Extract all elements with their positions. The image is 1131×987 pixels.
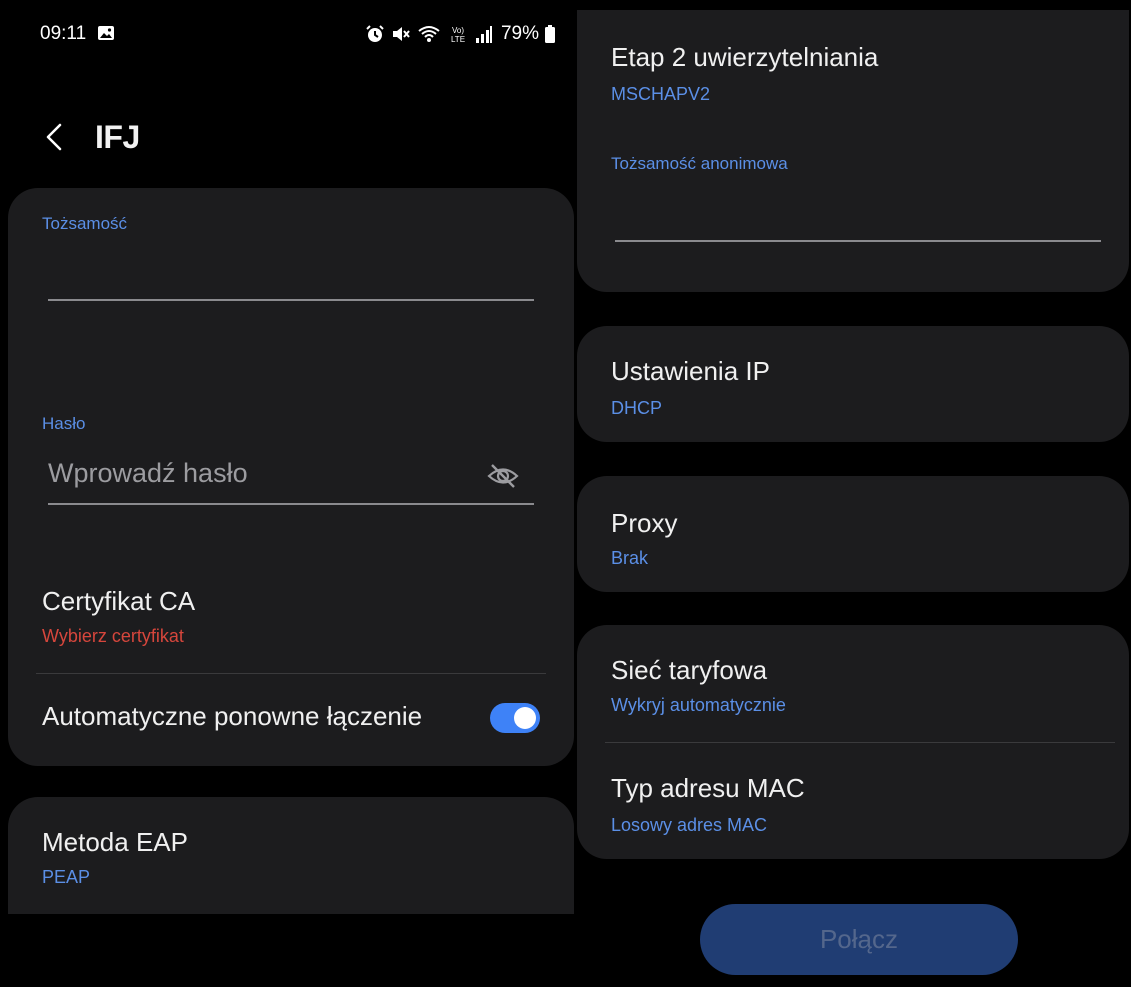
ip-settings-value: DHCP — [611, 398, 663, 418]
password-label: Hasło — [42, 414, 86, 433]
eap-method-value: PEAP — [42, 867, 91, 887]
metered-network-value: Wykryj automatycznie — [611, 695, 786, 715]
signal-icon — [475, 26, 492, 43]
status-time: 09:11 — [40, 23, 87, 44]
wifi-calling-icon — [418, 26, 440, 42]
volte-icon: Vo) LTE — [451, 26, 465, 44]
mute-icon — [392, 27, 410, 41]
left-pane: 09:11 Vo) LTE 79% IFJ Tożsamość Hasło Wp… — [0, 0, 575, 987]
password-underline — [48, 503, 534, 505]
anonymous-identity-label: Tożsamość anonimowa — [611, 154, 788, 173]
chevron-left-icon[interactable] — [38, 119, 72, 155]
svg-text:Vo): Vo) — [452, 26, 464, 35]
phase2-card: Etap 2 uwierzytelniania MSCHAPV2 Tożsamo… — [577, 10, 1129, 292]
mac-address-type-title: Typ adresu MAC — [611, 773, 805, 803]
password-placeholder: Wprowadź hasło — [48, 458, 248, 488]
ca-certificate-title: Certyfikat CA — [42, 586, 196, 616]
auto-reconnect-item[interactable]: Automatyczne ponowne łączenie — [8, 681, 574, 751]
mac-address-type-value: Losowy adres MAC — [611, 815, 768, 835]
credentials-card: Tożsamość Hasło Wprowadź hasło Certyfika… — [8, 188, 574, 766]
right-pane: Etap 2 uwierzytelniania MSCHAPV2 Tożsamo… — [575, 0, 1131, 987]
ca-certificate-value: Wybierz certyfikat — [42, 626, 184, 646]
auto-reconnect-toggle[interactable] — [490, 703, 540, 733]
phase2-auth-item[interactable]: Etap 2 uwierzytelniania MSCHAPV2 — [577, 28, 1129, 118]
gallery-icon — [98, 26, 114, 40]
ca-certificate-item[interactable]: Certyfikat CA Wybierz certyfikat — [8, 568, 574, 663]
ip-settings-title: Ustawienia IP — [611, 356, 770, 386]
battery-percent: 79% — [500, 23, 539, 44]
metered-network-item[interactable]: Sieć taryfowa Wykryj automatycznie — [577, 625, 1129, 741]
metered-mac-card: Sieć taryfowa Wykryj automatycznie Typ a… — [577, 625, 1129, 859]
identity-input[interactable] — [48, 248, 534, 300]
metered-network-title: Sieć taryfowa — [611, 655, 768, 685]
svg-text:LTE: LTE — [451, 35, 465, 44]
phase2-auth-title: Etap 2 uwierzytelniania — [611, 42, 879, 72]
divider — [36, 673, 546, 674]
identity-label: Tożsamość — [42, 214, 128, 233]
proxy-title: Proxy — [611, 508, 678, 538]
eap-method-title: Metoda EAP — [42, 827, 188, 857]
app-bar: IFJ — [0, 105, 575, 171]
eye-off-icon[interactable] — [486, 461, 520, 491]
alarm-icon — [366, 25, 384, 42]
status-icons: Vo) LTE 79% — [365, 23, 555, 45]
eap-method-card[interactable]: Metoda EAP PEAP — [8, 797, 574, 914]
anonymous-identity-underline — [615, 240, 1101, 242]
proxy-value: Brak — [611, 548, 649, 568]
identity-underline — [48, 299, 534, 301]
anonymous-identity-input[interactable] — [615, 190, 1101, 240]
auto-reconnect-label: Automatyczne ponowne łączenie — [42, 701, 423, 731]
toggle-knob — [514, 707, 536, 729]
connect-button[interactable]: Połącz — [700, 904, 1018, 975]
phase2-auth-value: MSCHAPV2 — [611, 84, 711, 104]
page-title: IFJ — [95, 119, 140, 155]
mac-address-type-item[interactable]: Typ adresu MAC Losowy adres MAC — [577, 743, 1129, 859]
battery-icon — [545, 25, 555, 43]
status-bar: 09:11 Vo) LTE 79% — [0, 0, 575, 62]
ip-settings-card[interactable]: Ustawienia IP DHCP — [577, 326, 1129, 442]
proxy-card[interactable]: Proxy Brak — [577, 476, 1129, 592]
password-input[interactable]: Wprowadź hasło — [48, 452, 534, 500]
